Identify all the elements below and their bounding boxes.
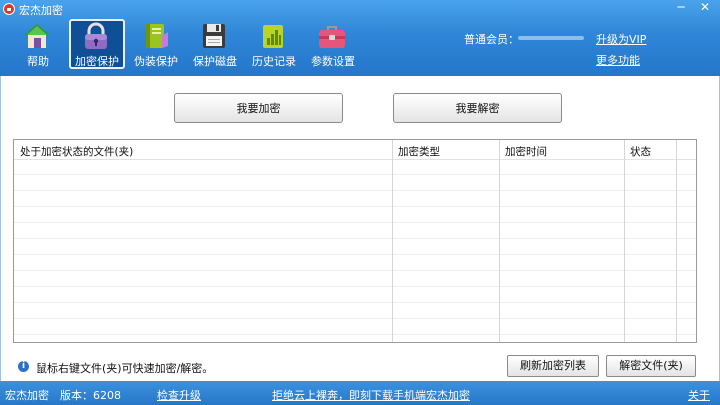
house-icon xyxy=(24,24,50,48)
header: 宏杰加密 ─ ✕ 帮助 加密保护 伪装保护 保护磁盘 历史记录 参数设置 普通会… xyxy=(0,0,720,76)
tool-settings[interactable]: 参数设置 xyxy=(305,19,361,69)
app-logo-icon xyxy=(3,3,15,15)
column-header-file[interactable]: 处于加密状态的文件(夹) xyxy=(20,144,133,159)
about-link[interactable]: 关于 xyxy=(688,387,710,403)
encrypt-button[interactable]: 我要加密 xyxy=(174,93,343,123)
tool-encrypt-protect[interactable]: 加密保护 xyxy=(69,19,125,69)
minimize-button[interactable]: ─ xyxy=(670,0,692,15)
more-features-link[interactable]: 更多功能 xyxy=(596,52,640,68)
upgrade-vip-link[interactable]: 升级为VIP xyxy=(596,31,646,47)
status-app-name: 宏杰加密 xyxy=(5,389,49,402)
tool-disguise-protect-label: 伪装保护 xyxy=(134,55,178,68)
refresh-list-button[interactable]: 刷新加密列表 xyxy=(507,355,599,377)
tool-settings-label: 参数设置 xyxy=(311,55,355,68)
decrypt-button[interactable]: 我要解密 xyxy=(393,93,562,123)
tool-help[interactable]: 帮助 xyxy=(10,19,66,69)
title-bar: 宏杰加密 ─ ✕ xyxy=(0,0,720,18)
floppy-disk-icon xyxy=(203,24,225,48)
app-window: 宏杰加密 ─ ✕ 帮助 加密保护 伪装保护 保护磁盘 历史记录 参数设置 普通会… xyxy=(0,0,720,405)
tool-protect-disk-label: 保护磁盘 xyxy=(193,55,237,68)
column-header-encrypt-time[interactable]: 加密时间 xyxy=(505,144,547,159)
tool-protect-disk[interactable]: 保护磁盘 xyxy=(187,19,243,69)
hint-text: 鼠标右键文件(夹)可快速加密/解密。 xyxy=(36,362,214,375)
tool-disguise-protect[interactable]: 伪装保护 xyxy=(128,19,184,69)
encrypted-files-table[interactable]: 处于加密状态的文件(夹) 加密类型 加密时间 状态 xyxy=(13,139,697,343)
info-icon: i xyxy=(18,361,29,372)
tool-history-label: 历史记录 xyxy=(252,55,296,68)
promo-link[interactable]: 拒绝云上裸奔，即刻下载手机端宏杰加密 xyxy=(272,387,470,403)
column-encrypt-type: 加密类型 xyxy=(393,140,500,342)
member-name-redacted xyxy=(518,36,584,40)
encrypt-panel: 我要加密 我要解密 处于加密状态的文件(夹) 加密类型 加密时间 状态 i 鼠标… xyxy=(0,76,720,381)
member-level-label: 普通会员： xyxy=(464,33,519,46)
check-upgrade-link[interactable]: 检查升级 xyxy=(157,387,201,403)
tool-help-label: 帮助 xyxy=(27,55,49,68)
column-header-encrypt-type[interactable]: 加密类型 xyxy=(398,144,440,159)
tool-history[interactable]: 历史记录 xyxy=(246,19,302,69)
column-status: 状态 xyxy=(625,140,677,342)
lock-icon xyxy=(85,22,107,49)
tool-encrypt-protect-label: 加密保护 xyxy=(75,55,119,68)
status-bar: 宏杰加密 版本：6208 检查升级 拒绝云上裸奔，即刻下载手机端宏杰加密 关于 xyxy=(0,381,720,405)
close-button[interactable]: ✕ xyxy=(694,0,716,15)
history-icon xyxy=(263,25,283,48)
status-version: 版本：6208 xyxy=(60,389,121,402)
column-encrypt-time: 加密时间 xyxy=(500,140,625,342)
window-title: 宏杰加密 xyxy=(19,4,63,17)
column-file: 处于加密状态的文件(夹) xyxy=(14,140,393,342)
column-header-status[interactable]: 状态 xyxy=(630,144,651,159)
toolbox-icon xyxy=(319,26,345,48)
main-toolbar: 帮助 加密保护 伪装保护 保护磁盘 历史记录 参数设置 xyxy=(10,19,364,71)
decrypt-file-button[interactable]: 解密文件(夹) xyxy=(606,355,696,377)
book-icon xyxy=(146,24,168,48)
